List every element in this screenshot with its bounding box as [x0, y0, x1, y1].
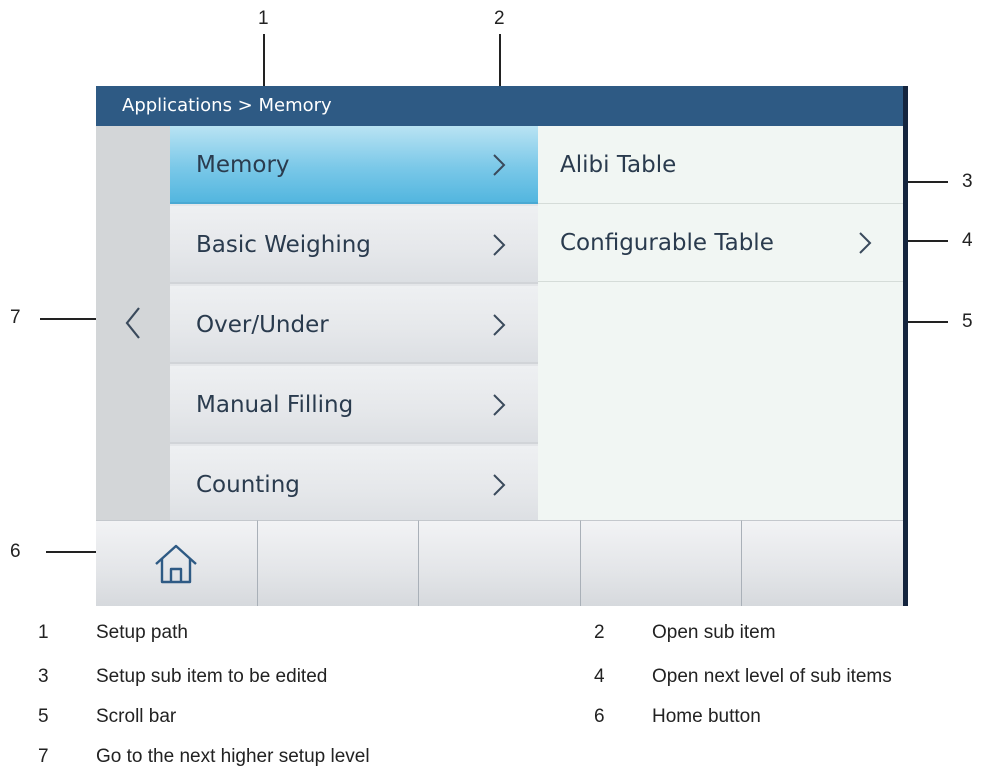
chevron-right-icon: [493, 234, 506, 256]
legend-num: 7: [38, 746, 49, 767]
back-button[interactable]: [96, 126, 170, 520]
menu-item-label: Basic Weighing: [196, 232, 371, 258]
terminal-screen: Applications > Memory Memory Basic Weigh…: [96, 86, 908, 606]
function-key-5[interactable]: [742, 520, 903, 606]
sub-item-configurable-table[interactable]: Configurable Table: [538, 204, 903, 282]
legend-num: 3: [38, 666, 49, 687]
callout-2: 2: [494, 8, 505, 29]
function-key-bar: [96, 520, 903, 606]
menu-item-counting[interactable]: Counting: [170, 446, 538, 524]
legend-text: Scroll bar: [96, 706, 177, 727]
callout-7: 7: [10, 307, 21, 328]
function-key-4[interactable]: [580, 520, 743, 606]
menu-item-over-under[interactable]: Over/Under: [170, 286, 538, 364]
sub-item-alibi-table[interactable]: Alibi Table: [538, 126, 903, 204]
menu-item-memory[interactable]: Memory: [170, 126, 538, 204]
legend-num: 1: [38, 622, 49, 643]
callout-6: 6: [10, 541, 21, 562]
function-key-2[interactable]: [257, 520, 420, 606]
callout-5: 5: [962, 311, 973, 332]
menu-item-label: Over/Under: [196, 312, 329, 338]
chevron-right-icon: [493, 154, 506, 176]
legend-num: 5: [38, 706, 49, 727]
chevron-right-icon: [493, 314, 506, 336]
legend-num: 2: [594, 622, 605, 643]
chevron-right-icon: [859, 232, 872, 254]
chevron-right-icon: [493, 474, 506, 496]
function-key-3[interactable]: [419, 520, 581, 606]
menu-item-label: Manual Filling: [196, 392, 354, 418]
setup-path: Applications > Memory: [96, 86, 903, 126]
setup-menu-list: Memory Basic Weighing Over/Under Manual …: [170, 126, 597, 524]
callout-1: 1: [258, 8, 269, 29]
legend-text: Open next level of sub items: [652, 666, 892, 687]
menu-item-label: Counting: [196, 472, 300, 498]
callout-4: 4: [962, 230, 973, 251]
sub-item-label: Alibi Table: [560, 152, 677, 178]
legend-text: Setup path: [96, 622, 188, 643]
home-icon: [155, 544, 198, 583]
sub-item-list: Alibi Table Configurable Table: [538, 126, 903, 520]
home-button[interactable]: [96, 520, 258, 606]
legend-num: 4: [594, 666, 605, 687]
menu-item-basic-weighing[interactable]: Basic Weighing: [170, 206, 538, 284]
sub-item-label: Configurable Table: [560, 230, 774, 256]
menu-item-label: Memory: [196, 152, 290, 178]
legend-text: Setup sub item to be edited: [96, 666, 328, 687]
chevron-left-icon: [125, 307, 140, 339]
leader-line-1: [263, 34, 265, 89]
menu-item-manual-filling[interactable]: Manual Filling: [170, 366, 538, 444]
legend-num: 6: [594, 706, 605, 727]
legend-text: Open sub item: [652, 622, 776, 643]
legend-text: Home button: [652, 706, 761, 727]
legend-text: Go to the next higher setup level: [96, 746, 370, 767]
chevron-right-icon: [493, 394, 506, 416]
callout-3: 3: [962, 171, 973, 192]
